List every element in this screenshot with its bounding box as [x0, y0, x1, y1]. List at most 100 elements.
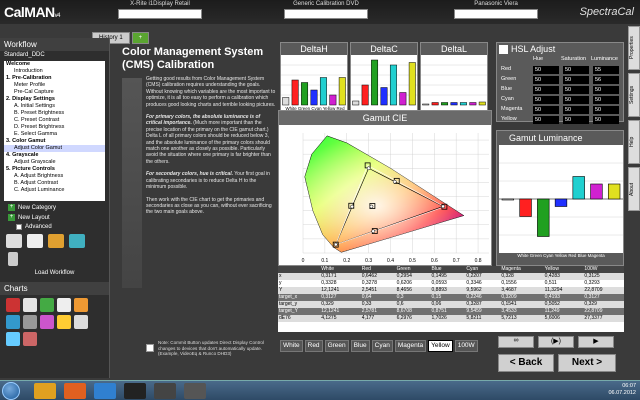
hsl-value-field[interactable]: 50 [533, 106, 559, 114]
workflow-item[interactable]: 3. Color Gamut [4, 138, 105, 145]
chart-type-icon[interactable] [57, 298, 71, 312]
ie-icon[interactable] [94, 383, 116, 399]
device-source[interactable]: Generic Calibration DVD [284, 1, 368, 21]
delta-bar [338, 77, 346, 106]
clock[interactable]: 06:07 06.07.2012 [608, 383, 636, 397]
load-workflow-label[interactable]: Load Workflow [0, 270, 109, 276]
hsl-value-field[interactable]: 50 [593, 106, 619, 114]
color-select-white[interactable]: White [280, 340, 303, 352]
workflow-item[interactable]: B. Adjust Contrast [4, 180, 105, 187]
table-header: Cyan [466, 266, 479, 272]
chart-type-icon[interactable] [74, 298, 88, 312]
advanced-checkbox[interactable]: Advanced [4, 223, 105, 231]
hsl-value-field[interactable]: 50 [533, 96, 559, 104]
chart-icons [0, 295, 109, 349]
color-select-magenta[interactable]: Magenta [394, 340, 427, 352]
tab-settings[interactable]: Settings [628, 73, 640, 117]
cie-tick-label: 0.4 [387, 258, 394, 264]
color-select-blue[interactable]: Blue [350, 340, 370, 352]
hsl-value-field[interactable]: 50 [563, 96, 589, 104]
chart-type-icon[interactable] [6, 332, 20, 346]
workflow-item[interactable]: Welcome [4, 61, 105, 68]
color-select-cyan[interactable]: Cyan [371, 340, 393, 352]
back-button[interactable]: < Back [498, 354, 554, 372]
hsl-value-field[interactable]: 50 [533, 66, 559, 74]
hsl-checkbox[interactable] [499, 45, 508, 54]
open-icon[interactable] [69, 234, 85, 248]
hsl-value-field[interactable]: 50 [563, 76, 589, 84]
play-button[interactable]: ▶ [578, 336, 614, 348]
next-button[interactable]: Next > [558, 354, 616, 372]
color-buttons: White Red Green Blue Cyan Magenta Yellow 100W [280, 340, 478, 352]
new-layout-button[interactable]: + New Layout [4, 213, 105, 222]
hsl-value-field[interactable]: 50 [593, 86, 619, 94]
hsl-value-field[interactable]: 50 [593, 116, 619, 124]
add-history-button[interactable]: + [131, 32, 150, 44]
workflow-item[interactable]: D. Preset Brightness [4, 124, 105, 131]
workflow-item[interactable]: 4. Grayscale [4, 152, 105, 159]
workflow-item[interactable]: A. Adjust Brightness [4, 173, 105, 180]
document-icon[interactable] [27, 234, 43, 248]
workflow-item[interactable]: Adjust Grayscale [4, 159, 105, 166]
chart-type-icon[interactable] [23, 332, 37, 346]
device-display[interactable]: Panasonic Viera [454, 1, 538, 21]
app-taskbar-icon[interactable] [154, 383, 176, 399]
table-cell: 9,5962 [466, 287, 482, 293]
chart-type-icon[interactable] [6, 315, 20, 329]
workflow-item[interactable]: 5. Picture Controls [4, 166, 105, 173]
file-icon[interactable] [8, 252, 18, 266]
color-select-yellow[interactable]: Yellow [428, 340, 453, 352]
workflow-item[interactable]: 2. Display Settings [4, 96, 105, 103]
device-meter[interactable]: X-Rite i1Display Retail [118, 1, 202, 21]
calman-taskbar-icon[interactable] [124, 383, 146, 399]
loop-button[interactable]: ∞ [498, 336, 534, 348]
workflow-item[interactable]: C. Preset Contrast [4, 117, 105, 124]
color-select-red[interactable]: Red [304, 340, 323, 352]
chart-type-icon[interactable] [74, 315, 88, 329]
workflow-item[interactable]: Pre-Cal Capture [4, 89, 105, 96]
disk-icon[interactable] [6, 234, 22, 248]
workflow-item[interactable]: B. Preset Brightness [4, 110, 105, 117]
workflow-item[interactable]: Introduction [4, 68, 105, 75]
explorer-icon[interactable] [34, 383, 56, 399]
side-tabs: Properties Settings Help About [628, 26, 640, 226]
firefox-icon[interactable] [64, 383, 86, 399]
new-category-button[interactable]: + New Category [4, 203, 105, 212]
workflow-item[interactable]: E. Select Gamma [4, 131, 105, 138]
tab-properties[interactable]: Properties [628, 26, 640, 70]
color-select-green[interactable]: Green [324, 340, 349, 352]
hsl-value-field[interactable]: 50 [563, 66, 589, 74]
workflow-item[interactable]: 1. Pre-Calibration [4, 75, 105, 82]
hsl-value-field[interactable]: 50 [563, 106, 589, 114]
chart-type-icon[interactable] [40, 298, 54, 312]
luminance-plot [499, 145, 623, 253]
workflow-list[interactable]: Welcome Introduction 1. Pre-Calibration Met… [4, 61, 105, 201]
chart-type-icon[interactable] [23, 315, 37, 329]
hsl-value-field[interactable]: 55 [593, 66, 619, 74]
color-select-100w[interactable]: 100W [454, 340, 478, 352]
cie-tick-label: 0.7 [453, 258, 460, 264]
workflow-item[interactable]: Meter Profile [4, 82, 105, 89]
hsl-value-field[interactable]: 50 [533, 116, 559, 124]
hsl-value-field[interactable]: 56 [593, 76, 619, 84]
commit-checkbox[interactable] [146, 344, 154, 352]
workflow-item[interactable]: A. Initial Settings [4, 103, 105, 110]
hsl-value-field[interactable]: 50 [563, 86, 589, 94]
chart-type-icon[interactable] [6, 298, 20, 312]
app2-taskbar-icon[interactable] [184, 383, 206, 399]
chart-type-icon[interactable] [23, 298, 37, 312]
tab-help[interactable]: Help [628, 120, 640, 164]
hsl-value-field[interactable]: 50 [563, 116, 589, 124]
hsl-value-field[interactable]: 50 [533, 86, 559, 94]
cie-target-point [392, 179, 397, 184]
chart-type-icon[interactable] [40, 315, 54, 329]
read-continuous-button[interactable]: (▶) [538, 336, 574, 348]
workflow-item[interactable]: Adjust Color Gamut [4, 145, 105, 152]
folder-icon[interactable] [48, 234, 64, 248]
hsl-value-field[interactable]: 50 [593, 96, 619, 104]
hsl-value-field[interactable]: 50 [533, 76, 559, 84]
tab-about[interactable]: About [628, 167, 640, 211]
start-button[interactable] [2, 382, 20, 400]
workflow-item[interactable]: C. Adjust Luminance [4, 187, 105, 194]
chart-type-icon[interactable] [57, 315, 71, 329]
